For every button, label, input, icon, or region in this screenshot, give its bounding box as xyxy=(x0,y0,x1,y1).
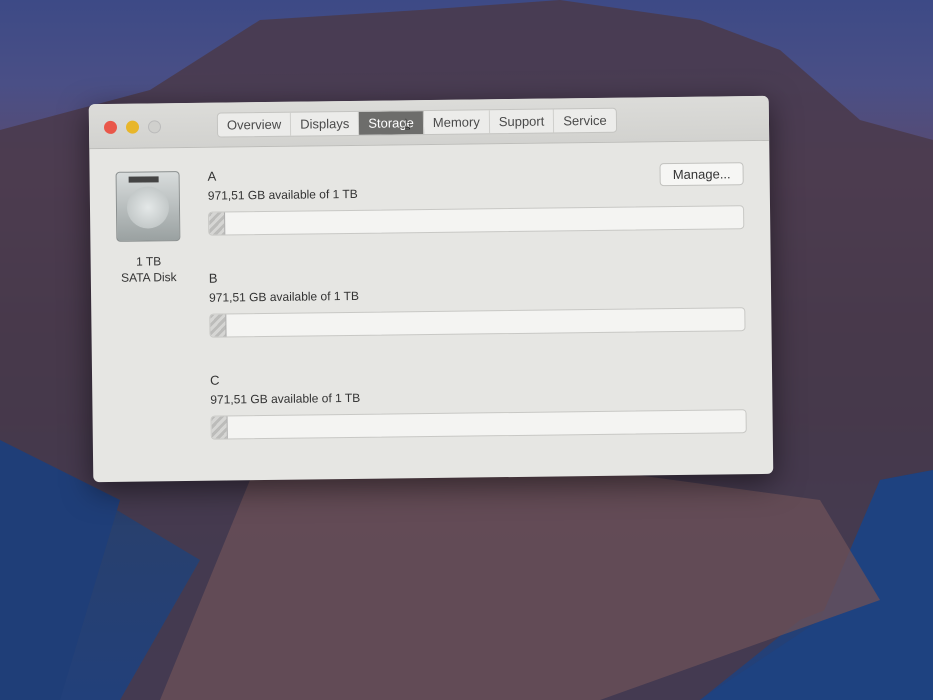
used-segment xyxy=(209,212,226,235)
volume-name: C xyxy=(210,372,220,388)
storage-usage-bar xyxy=(210,409,747,440)
volume-available: 971,51 GB available of 1 TB xyxy=(207,186,358,203)
used-segment xyxy=(210,314,227,337)
minimize-button[interactable] xyxy=(125,120,140,134)
volume-name: A xyxy=(207,168,217,184)
tab-support[interactable]: Support xyxy=(489,109,555,134)
about-this-mac-window: Overview Displays Storage Memory Support… xyxy=(88,95,774,483)
storage-usage-bar xyxy=(209,307,746,338)
volume-available: 971,51 GB available of 1 TB xyxy=(209,288,360,305)
volume-a: A 971,51 GB available of 1 TB xyxy=(208,162,745,236)
tab-memory[interactable]: Memory xyxy=(423,110,490,135)
volume-available: 971,51 GB available of 1 TB xyxy=(210,390,361,407)
zoom-button[interactable] xyxy=(147,120,162,134)
used-segment xyxy=(211,416,228,439)
tab-storage[interactable]: Storage xyxy=(359,111,424,135)
volume-name: B xyxy=(208,270,218,286)
mouse-cursor-icon: 👆︎ xyxy=(403,116,411,134)
title-bar: Overview Displays Storage Memory Support… xyxy=(88,95,770,150)
volume-c: C 971,51 GB available of 1 TB xyxy=(210,366,747,440)
disk-caption: 1 TB SATA Disk xyxy=(105,253,193,286)
hard-disk-icon xyxy=(115,171,181,242)
volume-b: B 971,51 GB available of 1 TB xyxy=(209,264,746,338)
tab-bar: Overview Displays Storage Memory Support… xyxy=(216,107,617,138)
tab-overview[interactable]: Overview xyxy=(217,112,292,137)
tab-displays[interactable]: Displays xyxy=(291,111,360,136)
disk-type: SATA Disk xyxy=(120,270,177,285)
storage-usage-bar xyxy=(208,205,745,236)
tab-service[interactable]: Service xyxy=(554,109,616,133)
close-button[interactable] xyxy=(103,120,118,134)
disk-capacity: 1 TB xyxy=(135,254,162,269)
